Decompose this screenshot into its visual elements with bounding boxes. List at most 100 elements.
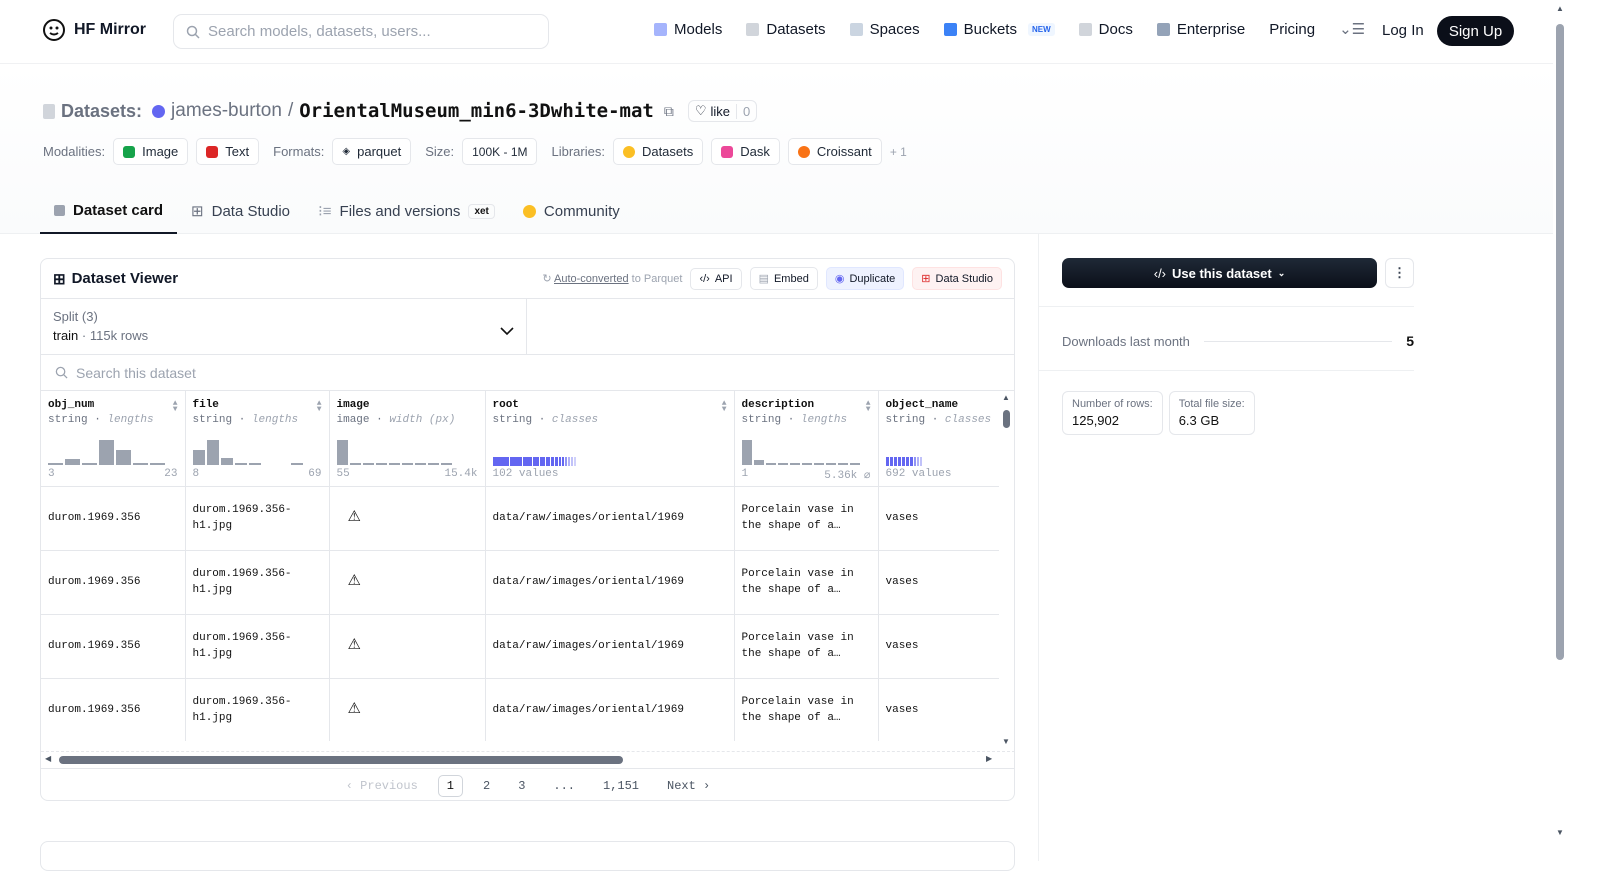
dataset-search-input[interactable]: Search this dataset <box>41 355 1014 391</box>
scroll-thumb[interactable] <box>1003 410 1010 428</box>
sort-icon[interactable]: ▲ ▼ <box>866 400 871 414</box>
user-avatar[interactable] <box>152 104 166 118</box>
table-horizontal-scrollbar[interactable]: ◀ ▶ <box>41 751 1014 767</box>
column-header-obj-num[interactable]: obj_num string · lengths ▲ ▼ 3 23 <box>41 391 186 487</box>
scroll-up-icon[interactable]: ▲ <box>1556 4 1564 13</box>
cell-image[interactable]: ⚠ <box>329 486 486 551</box>
cell-root[interactable]: data/raw/images/oriental/1969 <box>485 614 735 679</box>
signup-button[interactable]: Sign Up <box>1437 16 1514 46</box>
cell-object-name[interactable]: vases <box>878 550 999 615</box>
nav-models[interactable]: Models <box>654 21 722 38</box>
dataset-name[interactable]: OrientalMuseum_min6-3Dwhite-mat <box>299 100 654 122</box>
cell-root[interactable]: data/raw/images/oriental/1969 <box>485 550 735 615</box>
scroll-thumb[interactable] <box>1556 24 1564 660</box>
repo-owner-link[interactable]: james-burton <box>171 100 282 122</box>
cell-obj-num[interactable]: durom.1969.356 <box>41 614 186 679</box>
page-2[interactable]: 2 <box>475 776 498 796</box>
auto-converted-link[interactable]: Auto-converted <box>554 273 629 285</box>
format-chip[interactable]: ◈ parquet <box>332 138 412 165</box>
scroll-right-icon[interactable]: ▶ <box>986 754 992 763</box>
column-header-object-name[interactable]: object_name string · classes 692 values <box>878 391 999 487</box>
data-table-wrapper: obj_num string · lengths ▲ ▼ 3 23 file str… <box>41 391 999 741</box>
cell-description[interactable]: Porcelain vase in the shape of a… <box>734 678 879 741</box>
copy-icon[interactable]: ⧉ <box>664 103 674 120</box>
use-dataset-label: Use this dataset <box>1172 265 1272 281</box>
table-row[interactable]: durom.1969.356 durom.1969.356-h1.jpg ⚠ d… <box>41 550 999 615</box>
cell-object-name[interactable]: vases <box>878 614 999 679</box>
login-link[interactable]: Log In <box>1382 22 1424 39</box>
cell-root[interactable]: data/raw/images/oriental/1969 <box>485 678 735 741</box>
more-menu-icon[interactable]: ⌄☰ <box>1339 20 1365 38</box>
column-header-file[interactable]: file string · lengths ▲ ▼ 8 69 <box>185 391 330 487</box>
cell-obj-num[interactable]: durom.1969.356 <box>41 678 186 741</box>
cell-obj-num[interactable]: durom.1969.356 <box>41 486 186 551</box>
data-studio-button[interactable]: ⊞ Data Studio <box>912 267 1002 290</box>
tab-label: Community <box>543 202 620 220</box>
api-button[interactable]: ‹/› API <box>690 267 742 290</box>
scroll-down-icon[interactable]: ▼ <box>1002 737 1010 746</box>
page-3[interactable]: 3 <box>510 776 533 796</box>
scroll-left-icon[interactable]: ◀ <box>45 754 51 763</box>
cell-obj-num[interactable]: durom.1969.356 <box>41 550 186 615</box>
scroll-thumb[interactable] <box>59 756 623 764</box>
like-button[interactable]: ♡ like 0 <box>687 100 758 122</box>
duplicate-button[interactable]: ◉ Duplicate <box>825 267 905 290</box>
library-dask-chip[interactable]: Dask <box>711 138 780 165</box>
warning-icon: ⚠ <box>347 508 361 526</box>
nav-pricing[interactable]: Pricing <box>1269 21 1315 38</box>
cell-file[interactable]: durom.1969.356-h1.jpg <box>185 678 330 741</box>
sort-icon[interactable]: ▲ ▼ <box>722 400 727 414</box>
split-selector[interactable]: Split (3) train · 115k rows <box>41 299 527 354</box>
pagination-next[interactable]: Next › <box>659 776 718 796</box>
use-this-dataset-button[interactable]: ‹/› Use this dataset ⌄ <box>1062 258 1377 288</box>
table-row[interactable]: durom.1969.356 durom.1969.356-h1.jpg ⚠ d… <box>41 486 999 551</box>
page-scrollbar[interactable]: ▲ ▼ <box>1553 0 1568 861</box>
sort-icon[interactable]: ▲ ▼ <box>317 400 322 414</box>
brand-logo[interactable]: HF Mirror <box>42 18 146 42</box>
tab-community[interactable]: Community <box>509 188 634 234</box>
croissant-icon <box>797 145 810 158</box>
column-header-image[interactable]: image image · width (px) 55 15.4k <box>329 391 486 487</box>
column-header-root[interactable]: root string · classes ▲ ▼ 102 values <box>485 391 735 487</box>
column-header-description[interactable]: description string · lengths ▲ ▼ 1 5.36k ⌀ <box>734 391 879 487</box>
modality-text-chip[interactable]: Text <box>196 138 260 165</box>
scroll-up-icon[interactable]: ▲ <box>1002 393 1010 402</box>
nav-datasets[interactable]: Datasets <box>746 21 826 38</box>
nav-buckets[interactable]: Buckets NEW <box>943 21 1055 38</box>
global-search-input[interactable]: Search models, datasets, users... <box>173 14 549 49</box>
cell-object-name[interactable]: vases <box>878 678 999 741</box>
cell-description[interactable]: Porcelain vase in the shape of a… <box>734 550 879 615</box>
table-vertical-scrollbar[interactable]: ▲ ▼ <box>999 391 1014 749</box>
cell-description[interactable]: Porcelain vase in the shape of a… <box>734 486 879 551</box>
cell-image[interactable]: ⚠ <box>329 550 486 615</box>
library-croissant-chip[interactable]: Croissant <box>787 138 882 165</box>
cell-image[interactable]: ⚠ <box>329 678 486 741</box>
more-options-button[interactable]: ⋮ <box>1385 258 1414 288</box>
table-row[interactable]: durom.1969.356 durom.1969.356-h1.jpg ⚠ d… <box>41 678 999 741</box>
cell-file[interactable]: durom.1969.356-h1.jpg <box>185 614 330 679</box>
size-chip[interactable]: 100K - 1M <box>462 138 538 165</box>
nav-spaces-label: Spaces <box>869 20 920 38</box>
table-row[interactable]: durom.1969.356 durom.1969.356-h1.jpg ⚠ d… <box>41 614 999 679</box>
pagination-previous[interactable]: ‹ Previous <box>338 776 426 796</box>
cell-file[interactable]: durom.1969.356-h1.jpg <box>185 550 330 615</box>
libraries-more[interactable]: + 1 <box>890 145 907 159</box>
page-1[interactable]: 1 <box>437 774 463 797</box>
scroll-down-icon[interactable]: ▼ <box>1556 828 1564 837</box>
cell-file[interactable]: durom.1969.356-h1.jpg <box>185 486 330 551</box>
library-datasets-chip[interactable]: Datasets <box>612 138 704 165</box>
embed-button[interactable]: ▤ Embed <box>749 267 818 290</box>
cell-image[interactable]: ⚠ <box>329 614 486 679</box>
nav-docs[interactable]: Docs <box>1078 21 1133 38</box>
cell-object-name[interactable]: vases <box>878 486 999 551</box>
tab-data-studio[interactable]: ⊞ Data Studio <box>177 188 304 234</box>
tab-dataset-card[interactable]: Dataset card <box>40 188 178 234</box>
tab-files-and-versions[interactable]: ⁝≡ Files and versions xet <box>304 188 509 234</box>
cell-description[interactable]: Porcelain vase in the shape of a… <box>734 614 879 679</box>
nav-spaces[interactable]: Spaces <box>849 20 920 38</box>
nav-enterprise[interactable]: Enterprise <box>1156 21 1245 38</box>
cell-root[interactable]: data/raw/images/oriental/1969 <box>485 486 735 551</box>
modality-image-chip[interactable]: Image <box>113 138 189 165</box>
page-last[interactable]: 1,151 <box>595 776 647 796</box>
sort-icon[interactable]: ▲ ▼ <box>173 400 178 414</box>
